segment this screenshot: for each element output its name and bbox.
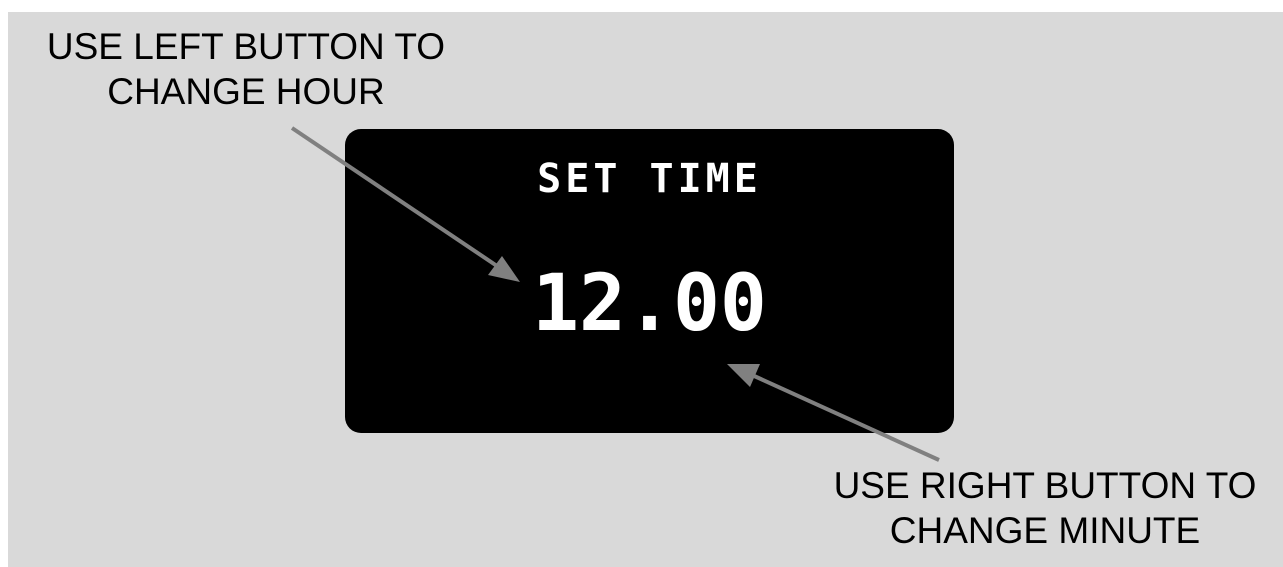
right-button-instruction: USE RIGHT BUTTON TO CHANGE MINUTE [812,463,1278,553]
right-instruction-line-1: USE RIGHT BUTTON TO [833,465,1257,506]
right-instruction-line-2: CHANGE MINUTE [889,510,1201,551]
left-instruction-line-1: USE LEFT BUTTON TO [46,26,446,67]
time-readout: 12.00 [532,259,767,349]
screen-title: SET TIME [537,156,762,202]
left-instruction-line-2: CHANGE HOUR [107,71,385,112]
lcd-screen: SET TIME 12.00 [345,129,954,433]
left-button-instruction: USE LEFT BUTTON TO CHANGE HOUR [26,24,466,114]
